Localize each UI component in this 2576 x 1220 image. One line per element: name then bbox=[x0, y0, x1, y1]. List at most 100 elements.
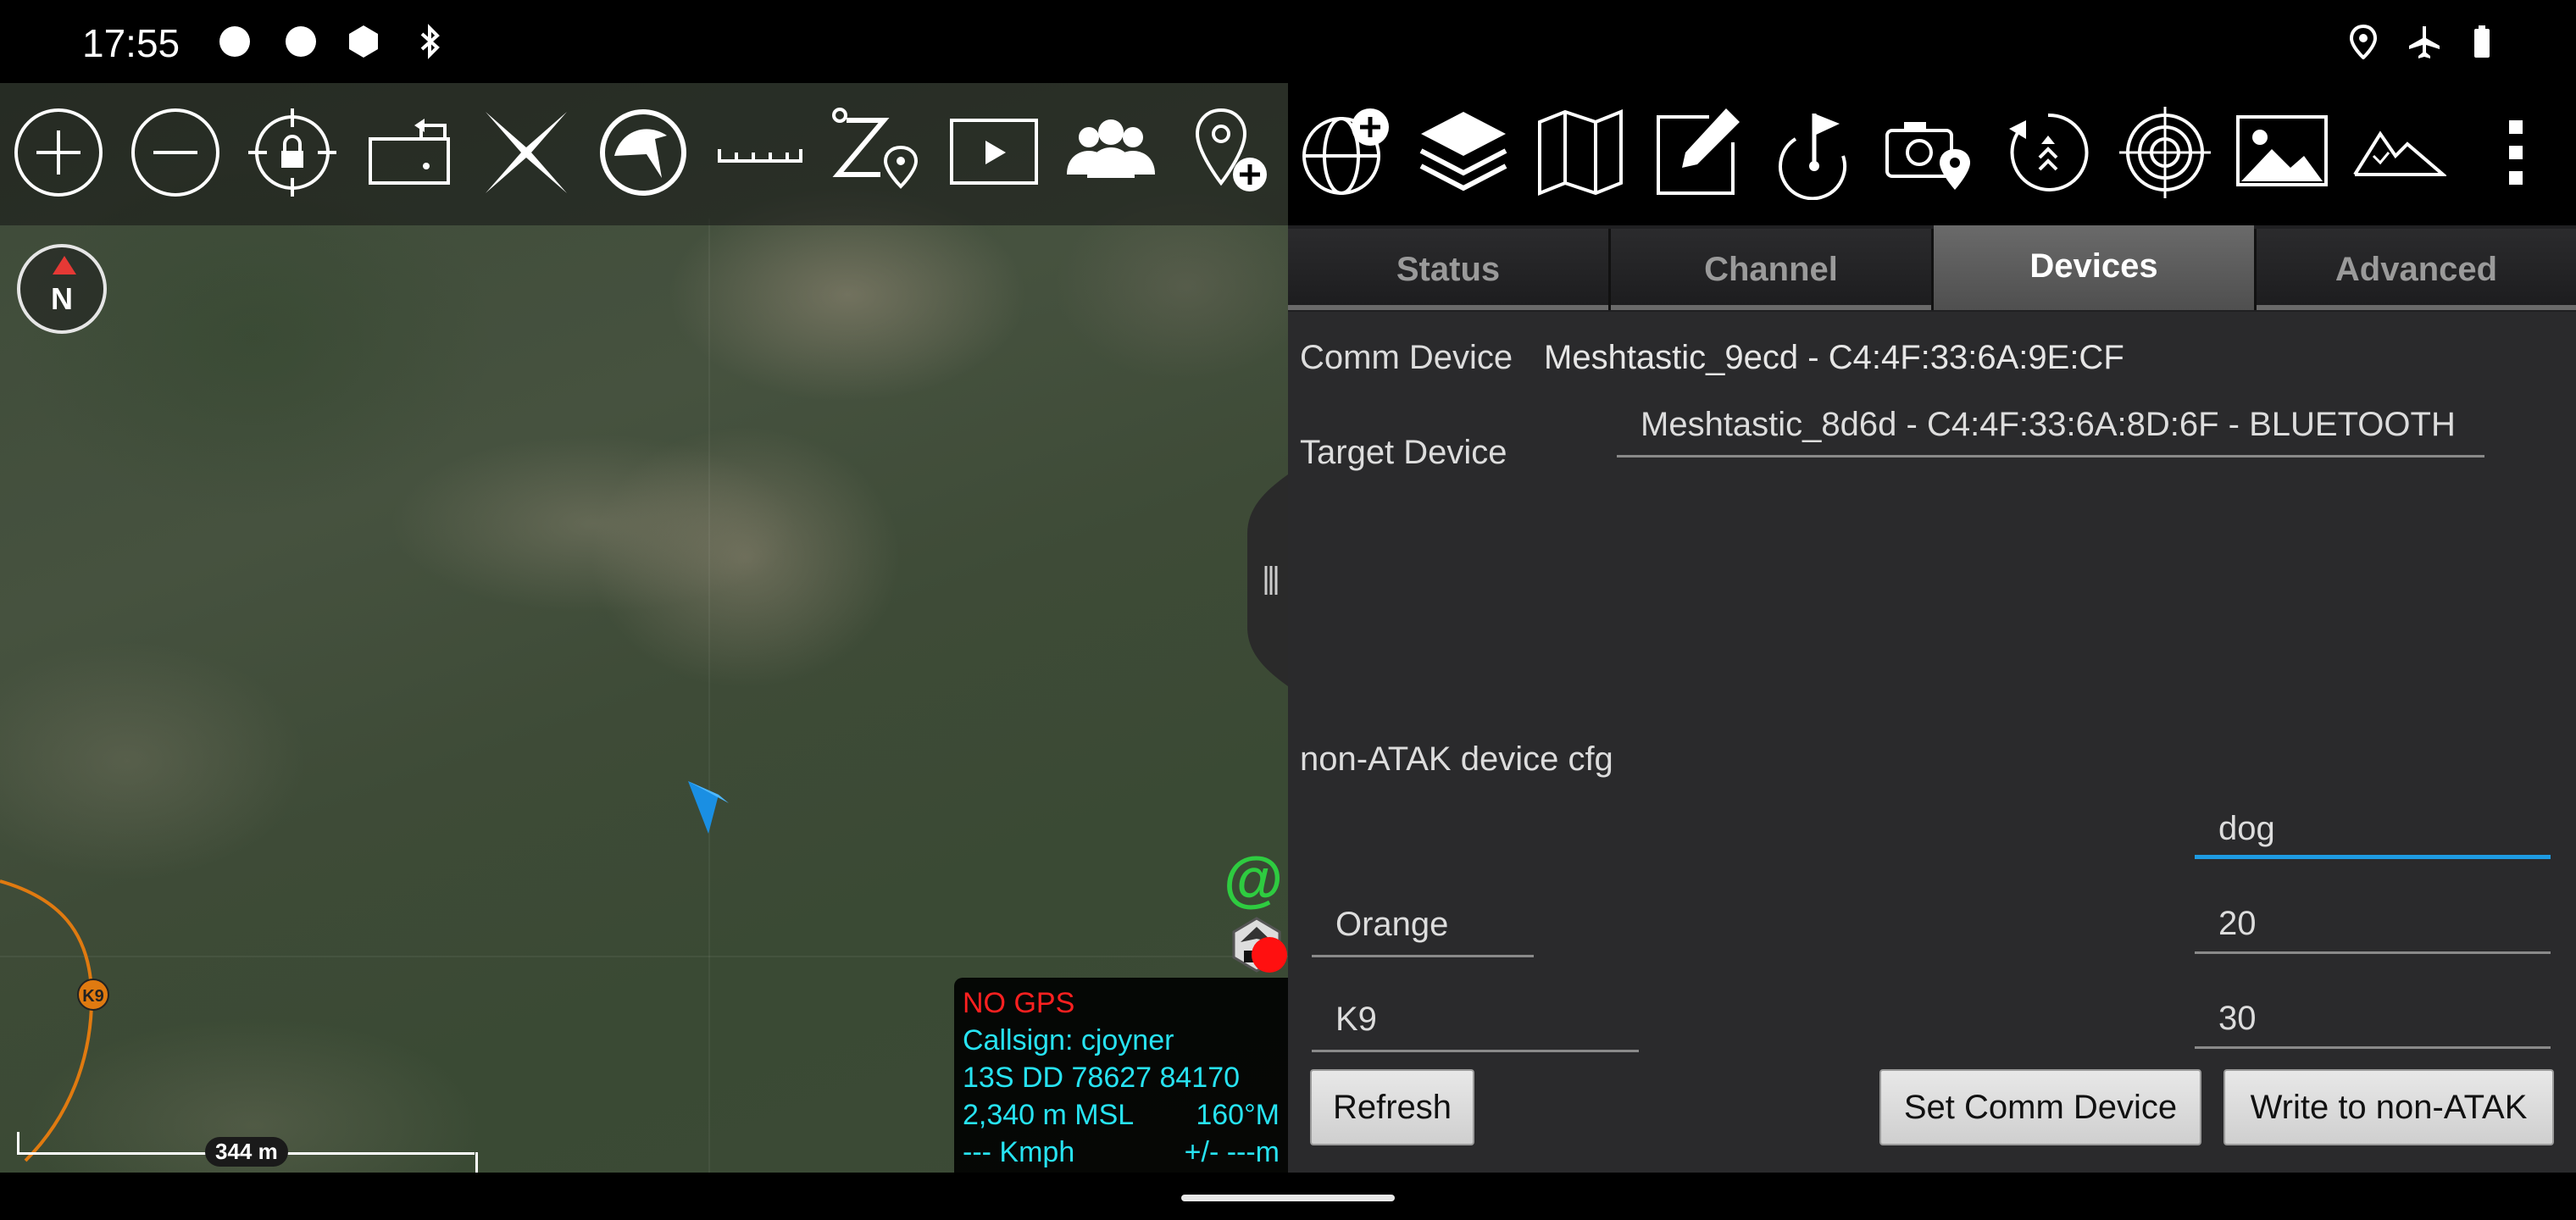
checkpoint-button[interactable] bbox=[1756, 83, 1873, 225]
target-device-select[interactable]: Meshtastic_8d6d - C4:4F:33:6A:8D:6F - BL… bbox=[1617, 398, 2484, 458]
rotate-map-icon bbox=[369, 119, 450, 185]
shield-icon bbox=[349, 25, 378, 58]
cancel-x-icon bbox=[486, 112, 567, 193]
target-device-value: Meshtastic_8d6d - C4:4F:33:6A:8D:6F - BL… bbox=[1641, 406, 2456, 443]
tab-devices[interactable]: Devices bbox=[1934, 225, 2254, 310]
overflow-menu-button[interactable] bbox=[2457, 83, 2574, 225]
tab-bar: Status Channel Devices Advanced bbox=[1288, 225, 2576, 312]
ruler-icon bbox=[718, 149, 802, 163]
back-button[interactable] bbox=[1990, 83, 2107, 225]
maps-button[interactable] bbox=[1522, 83, 1639, 225]
geo-camera-button[interactable] bbox=[1873, 83, 1990, 225]
overflow-menu-icon bbox=[2509, 120, 2523, 185]
non-atak-cfg-label: non-ATAK device cfg bbox=[1300, 740, 1613, 778]
layers-button[interactable] bbox=[1405, 83, 1522, 225]
compass[interactable]: N bbox=[17, 244, 107, 334]
role-interval-field[interactable]: 30 bbox=[2195, 993, 2551, 1049]
self-info-panel[interactable]: NO GPS Callsign: cjoyner 13S DD 78627 84… bbox=[954, 978, 1288, 1173]
airplane-mode-icon bbox=[2409, 26, 2440, 58]
gallery-button[interactable] bbox=[2223, 83, 2340, 225]
tile-seam bbox=[708, 219, 710, 1173]
zoom-in-icon bbox=[14, 108, 103, 197]
elevation-icon bbox=[2353, 130, 2446, 176]
role-value: K9 bbox=[1335, 1001, 1377, 1038]
zoom-in-button[interactable] bbox=[0, 83, 117, 225]
tab-channel[interactable]: Channel bbox=[1611, 229, 1931, 310]
k9-marker-label: K9 bbox=[82, 987, 104, 1006]
back-icon bbox=[2009, 113, 2089, 191]
pane-toolbar bbox=[1288, 83, 2576, 225]
battery-icon bbox=[2474, 25, 2490, 58]
role-select[interactable]: K9 bbox=[1312, 993, 1639, 1052]
checkpoint-flag-icon bbox=[1779, 114, 1846, 200]
notification-dot-icon bbox=[286, 26, 316, 57]
team-interval-value: 20 bbox=[2218, 905, 2257, 942]
team-interval-field[interactable]: 20 bbox=[2195, 898, 2551, 954]
cancel-button[interactable] bbox=[468, 83, 585, 225]
layers-icon bbox=[1419, 112, 1507, 191]
route-icon bbox=[832, 108, 919, 189]
k9-track: K9 bbox=[0, 879, 109, 1162]
nav-tools-icon bbox=[600, 109, 686, 196]
add-point-icon bbox=[1195, 108, 1267, 191]
speed-row: --- Kmph +/- ---m bbox=[963, 1134, 1280, 1171]
tab-advanced[interactable]: Advanced bbox=[2257, 229, 2576, 310]
target-device-label: Target Device bbox=[1300, 434, 1507, 471]
geo-camera-icon bbox=[1885, 122, 1970, 190]
callsign: Callsign: cjoyner bbox=[963, 1024, 1174, 1056]
add-point-button[interactable] bbox=[1169, 83, 1286, 225]
comm-device-label: Comm Device bbox=[1300, 339, 1513, 376]
home-gesture-handle[interactable] bbox=[1181, 1195, 1395, 1201]
globe-add-button[interactable] bbox=[1288, 83, 1405, 225]
comm-device-value: Meshtastic_9ecd - C4:4F:33:6A:9E:CF bbox=[1544, 339, 2124, 376]
ruler-button[interactable] bbox=[702, 83, 819, 225]
meshtastic-pane: Status Channel Devices Advanced Comm Dev… bbox=[1288, 83, 2576, 1173]
speed: --- Kmph bbox=[963, 1136, 1075, 1168]
zoom-out-button[interactable] bbox=[117, 83, 234, 225]
video-button[interactable] bbox=[935, 83, 1052, 225]
elevation-button[interactable] bbox=[2340, 83, 2457, 225]
compass-label: N bbox=[51, 281, 73, 316]
clock: 17:55 bbox=[82, 21, 180, 65]
rotate-map-button[interactable] bbox=[351, 83, 468, 225]
location-icon bbox=[2349, 24, 2378, 59]
drawer-handle[interactable] bbox=[1247, 474, 1288, 686]
navigation-bar bbox=[0, 1173, 2576, 1220]
gps-status: NO GPS bbox=[963, 987, 1075, 1019]
device-name-field[interactable]: dog bbox=[2195, 803, 2551, 859]
accuracy: +/- ---m bbox=[1184, 1136, 1280, 1168]
elevation-row: 2,340 m MSL 160°M bbox=[963, 1096, 1280, 1134]
grid-coordinate: 13S DD 78627 84170 bbox=[963, 1062, 1241, 1094]
map-icon bbox=[1538, 109, 1623, 196]
gallery-icon bbox=[2236, 115, 2328, 186]
write-non-atak-button[interactable]: Write to non-ATAK bbox=[2223, 1069, 2554, 1145]
self-location-marker[interactable] bbox=[685, 778, 732, 837]
scale-label: 344 m bbox=[205, 1137, 288, 1167]
target-button[interactable] bbox=[2107, 83, 2223, 225]
edit-icon bbox=[1657, 108, 1740, 195]
scale-tick bbox=[17, 1132, 19, 1154]
map-toolbar bbox=[0, 83, 1288, 225]
refresh-button[interactable]: Refresh bbox=[1310, 1069, 1474, 1145]
status-bar: 17:55 bbox=[0, 0, 2576, 83]
globe-add-icon bbox=[1302, 108, 1389, 195]
elevation: 2,340 m MSL bbox=[963, 1099, 1135, 1131]
drawing-button[interactable] bbox=[1639, 83, 1756, 225]
set-comm-device-button[interactable]: Set Comm Device bbox=[1879, 1069, 2201, 1145]
team-value: Orange bbox=[1335, 906, 1449, 943]
chat-at-icon[interactable]: @ bbox=[1224, 849, 1283, 910]
contacts-button[interactable] bbox=[1052, 83, 1169, 225]
role-interval-value: 30 bbox=[2218, 1000, 2257, 1037]
nav-tools-button[interactable] bbox=[585, 83, 702, 225]
team-select[interactable]: Orange bbox=[1312, 898, 1534, 957]
lock-gps-icon bbox=[248, 108, 336, 197]
bluetooth-icon bbox=[420, 24, 440, 59]
video-icon bbox=[950, 119, 1038, 185]
scale-tick bbox=[475, 1152, 478, 1173]
tab-status[interactable]: Status bbox=[1288, 229, 1608, 310]
contacts-icon bbox=[1067, 119, 1155, 178]
lock-gps-button[interactable] bbox=[234, 83, 351, 225]
north-arrow-icon bbox=[53, 256, 76, 274]
zoom-out-icon bbox=[131, 108, 219, 197]
route-button[interactable] bbox=[819, 83, 935, 225]
